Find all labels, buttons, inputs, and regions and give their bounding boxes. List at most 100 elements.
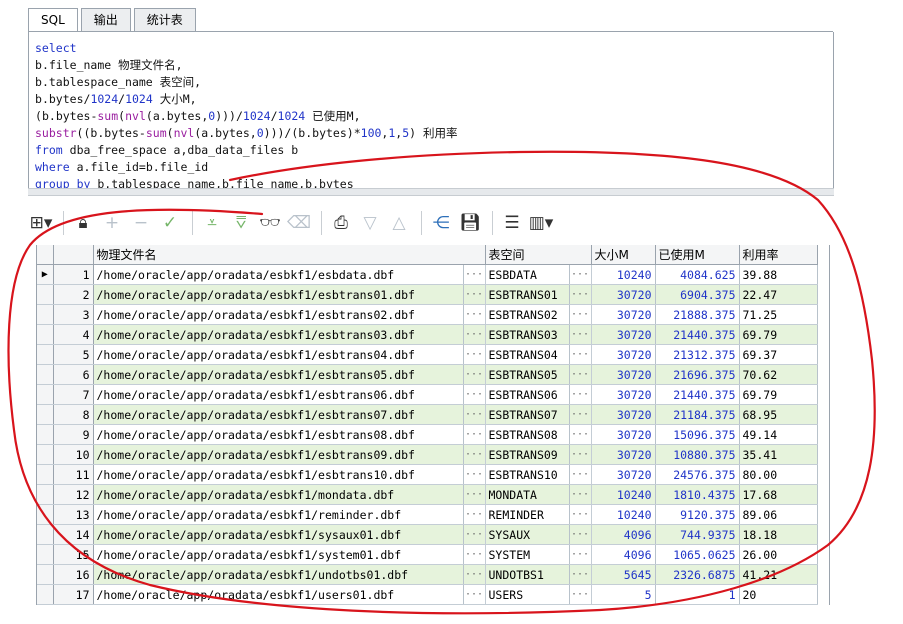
cell-file-name[interactable]: /home/oracle/app/oradata/esbkf1/esbtrans… (93, 384, 464, 405)
cell-expand-button[interactable]: ··· (463, 484, 486, 505)
cell-tablespace[interactable]: ESBTRANS02 (485, 304, 570, 325)
cell-usage-rate[interactable]: 89.06 (739, 504, 818, 525)
plus-icon[interactable]: + (99, 209, 125, 237)
table-row[interactable]: 16/home/oracle/app/oradata/esbkf1/undotb… (37, 564, 818, 585)
cell-expand-button[interactable]: ··· (463, 344, 486, 365)
row-indicator[interactable] (37, 584, 54, 605)
row-number[interactable]: 1 (53, 264, 94, 285)
cell-usage-rate[interactable]: 69.79 (739, 324, 818, 345)
row-number[interactable]: 2 (53, 284, 94, 305)
cell-expand-button[interactable]: ··· (569, 504, 592, 525)
table-row[interactable]: 12/home/oracle/app/oradata/esbkf1/mondat… (37, 484, 818, 505)
cell-file-name[interactable]: /home/oracle/app/oradata/esbkf1/esbdata.… (93, 264, 464, 285)
cell-expand-button[interactable]: ··· (463, 544, 486, 565)
cell-expand-button[interactable]: ··· (463, 504, 486, 525)
tab-output[interactable]: 输出 (80, 8, 131, 32)
tab-statistics[interactable]: 统计表 (133, 8, 196, 32)
cell-tablespace[interactable]: ESBTRANS03 (485, 324, 570, 345)
cell-file-name[interactable]: /home/oracle/app/oradata/esbkf1/esbtrans… (93, 464, 464, 485)
cell-expand-button[interactable]: ··· (569, 464, 592, 485)
cell-used[interactable]: 15096.375 (655, 424, 740, 445)
table-row[interactable]: 4/home/oracle/app/oradata/esbkf1/esbtran… (37, 324, 818, 345)
cell-tablespace[interactable]: ESBTRANS06 (485, 384, 570, 405)
cell-file-name[interactable]: /home/oracle/app/oradata/esbkf1/esbtrans… (93, 344, 464, 365)
cell-size[interactable]: 30720 (591, 304, 656, 325)
table-row[interactable]: 14/home/oracle/app/oradata/esbkf1/sysaux… (37, 524, 818, 545)
row-indicator[interactable] (37, 284, 54, 305)
cell-size[interactable]: 5645 (591, 564, 656, 585)
cell-expand-button[interactable]: ··· (463, 564, 486, 585)
triangle-up-icon[interactable]: △ (386, 209, 412, 237)
cell-expand-button[interactable]: ··· (569, 564, 592, 585)
table-row[interactable]: 7/home/oracle/app/oradata/esbkf1/esbtran… (37, 384, 818, 405)
sql-text[interactable]: select b.file_name 物理文件名, b.tablespace_nam… (29, 32, 833, 188)
cell-expand-button[interactable]: ··· (463, 304, 486, 325)
cell-used[interactable]: 1 (655, 584, 740, 605)
cell-tablespace[interactable]: ESBTRANS08 (485, 424, 570, 445)
cell-used[interactable]: 1810.4375 (655, 484, 740, 505)
cell-expand-button[interactable]: ··· (569, 584, 592, 605)
row-indicator[interactable] (37, 484, 54, 505)
row-indicator[interactable] (37, 304, 54, 325)
row-number[interactable]: 14 (53, 524, 94, 545)
table-row[interactable]: 5/home/oracle/app/oradata/esbkf1/esbtran… (37, 344, 818, 365)
chart-icon[interactable]: ▥▾ (528, 209, 554, 237)
print-icon[interactable]: ⎙ (328, 209, 354, 237)
cell-expand-button[interactable]: ··· (569, 444, 592, 465)
cell-size[interactable]: 30720 (591, 464, 656, 485)
cell-usage-rate[interactable]: 20 (739, 584, 818, 605)
cell-expand-button[interactable]: ··· (569, 324, 592, 345)
row-indicator[interactable] (37, 464, 54, 485)
cell-size[interactable]: 5 (591, 584, 656, 605)
cell-usage-rate[interactable]: 35.41 (739, 444, 818, 465)
row-number[interactable]: 3 (53, 304, 94, 325)
row-number[interactable]: 10 (53, 444, 94, 465)
cell-file-name[interactable]: /home/oracle/app/oradata/esbkf1/esbtrans… (93, 444, 464, 465)
table-row[interactable]: 13/home/oracle/app/oradata/esbkf1/remind… (37, 504, 818, 525)
cell-usage-rate[interactable]: 68.95 (739, 404, 818, 425)
cell-size[interactable]: 4096 (591, 544, 656, 565)
cell-size[interactable]: 30720 (591, 424, 656, 445)
table-row[interactable]: 2/home/oracle/app/oradata/esbkf1/esbtran… (37, 284, 818, 305)
triangle-down-icon[interactable]: ▽ (357, 209, 383, 237)
cell-file-name[interactable]: /home/oracle/app/oradata/esbkf1/esbtrans… (93, 324, 464, 345)
cell-file-name[interactable]: /home/oracle/app/oradata/esbkf1/esbtrans… (93, 424, 464, 445)
cell-size[interactable]: 30720 (591, 324, 656, 345)
cell-usage-rate[interactable]: 17.68 (739, 484, 818, 505)
sql-editor[interactable]: select b.file_name 物理文件名, b.tablespace_nam… (28, 32, 834, 188)
row-indicator[interactable]: ▶ (37, 264, 54, 285)
cell-used[interactable]: 24576.375 (655, 464, 740, 485)
row-indicator[interactable] (37, 364, 54, 385)
row-indicator[interactable] (37, 324, 54, 345)
cell-tablespace[interactable]: USERS (485, 584, 570, 605)
cell-size[interactable]: 4096 (591, 524, 656, 545)
cell-tablespace[interactable]: ESBDATA (485, 264, 570, 285)
table-row[interactable]: 9/home/oracle/app/oradata/esbkf1/esbtran… (37, 424, 818, 445)
row-indicator[interactable] (37, 564, 54, 585)
cell-expand-button[interactable]: ··· (463, 584, 486, 605)
cell-expand-button[interactable]: ··· (463, 284, 486, 305)
cell-tablespace[interactable]: ESBTRANS04 (485, 344, 570, 365)
row-number[interactable]: 6 (53, 364, 94, 385)
cell-size[interactable]: 10240 (591, 504, 656, 525)
cell-tablespace[interactable]: ESBTRANS07 (485, 404, 570, 425)
cell-expand-button[interactable]: ··· (463, 444, 486, 465)
cell-expand-button[interactable]: ··· (463, 464, 486, 485)
filter-down-icon[interactable]: ⩡ (199, 209, 225, 237)
cell-used[interactable]: 9120.375 (655, 504, 740, 525)
save-icon[interactable]: 💾︎ (457, 209, 483, 237)
table-row[interactable]: ▶ 1/home/oracle/app/oradata/esbkf1/esbdat… (37, 264, 818, 285)
cell-size[interactable]: 10240 (591, 484, 656, 505)
cell-expand-button[interactable]: ··· (569, 544, 592, 565)
row-number[interactable]: 13 (53, 504, 94, 525)
cell-usage-rate[interactable]: 26.00 (739, 544, 818, 565)
row-indicator[interactable] (37, 524, 54, 545)
cell-expand-button[interactable]: ··· (463, 404, 486, 425)
eraser-icon[interactable]: ⌫ (286, 209, 312, 237)
cell-tablespace[interactable]: REMINDER (485, 504, 570, 525)
cell-usage-rate[interactable]: 18.18 (739, 524, 818, 545)
cell-used[interactable]: 10880.375 (655, 444, 740, 465)
cell-used[interactable]: 4084.625 (655, 264, 740, 285)
cell-used[interactable]: 21312.375 (655, 344, 740, 365)
cell-expand-button[interactable]: ··· (569, 424, 592, 445)
